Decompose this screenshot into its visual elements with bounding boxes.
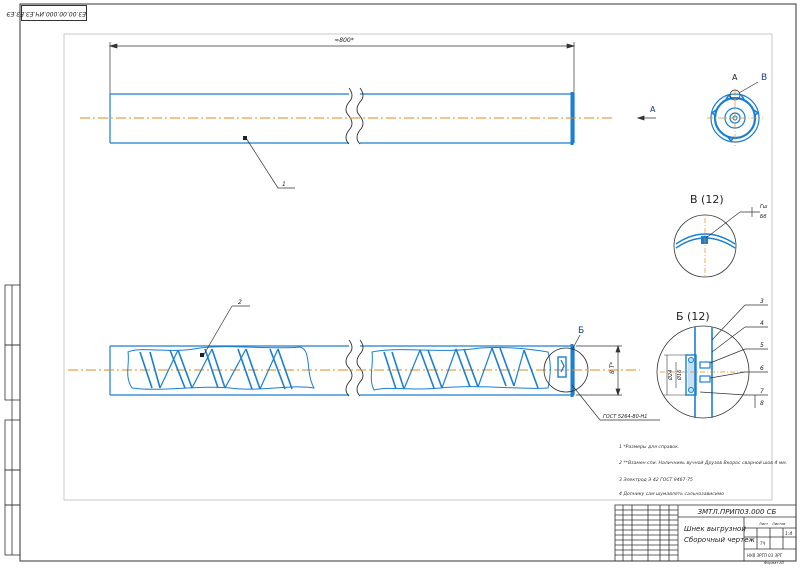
pos-3: 3 <box>760 298 764 305</box>
leader-2 <box>202 305 250 357</box>
note-4: 4 Допнику сам шумавлять сальнозависимо <box>619 491 724 497</box>
leader-2-dot <box>200 353 204 357</box>
left-margin-stamps <box>4 284 21 556</box>
sheet-count: Листов <box>771 522 785 526</box>
pos-7: 7 <box>760 388 764 395</box>
pos-8: 8 <box>760 400 764 407</box>
position-leaders <box>699 304 768 408</box>
format-label: Формат А3 <box>764 561 784 565</box>
section-a-arrow-label: А <box>650 105 656 114</box>
leader-1 <box>245 137 295 189</box>
overall-length-label: ≈800* <box>334 37 353 44</box>
inner-dim-1: Ø24 <box>667 370 674 381</box>
note-3: 3 Электрод Э 42 ГОСТ 9467-75 <box>619 477 693 483</box>
rotated-top-stamp: ЕЗ.00.00.000.ИЧ.ЕЗ.ЕЗ.ЕЭ <box>6 5 87 21</box>
inner-dim-2: Ø16 <box>676 370 683 381</box>
pos-6: 6 <box>760 365 764 372</box>
bottom-pipe <box>109 344 575 397</box>
inner-area <box>63 33 773 501</box>
leader-1-label: 1 <box>282 181 286 188</box>
section-a-label: А <box>732 73 738 82</box>
leader-1-dot <box>243 136 247 140</box>
section-b-label: Б <box>578 326 584 336</box>
view-v-mark-bottom: Бб <box>760 214 767 220</box>
org-code: НУВ ЗРТП 03 ЗРТ <box>747 553 782 558</box>
doc-name-1: Шнек выгрузной <box>684 525 746 533</box>
view-v-title: В (12) <box>690 193 724 206</box>
screw-cutaway-right <box>370 346 551 391</box>
diameter-right-label: 8 Т* <box>609 362 616 374</box>
technical-notes: 1 *Размеры для справок. 2 **Взамен спи. … <box>619 444 787 497</box>
drawing-sheet: ≈800* 1 А А В В (12) Гш Бб 2 Б 8 Т* ГОСТ… <box>0 0 800 565</box>
section-a-arrow <box>636 115 656 121</box>
weld-gost-label: ГОСТ 5264-80-Н1 <box>603 414 648 420</box>
screw-cutaway-left <box>127 346 315 390</box>
doc-name-2: Сборочный чертеж <box>684 536 755 544</box>
section-v-label: В <box>761 73 767 83</box>
top-pipe <box>109 92 575 145</box>
detail-b-leader <box>571 334 581 351</box>
org-line: ТЧ <box>760 541 765 546</box>
sheet-label: Лист <box>758 522 769 526</box>
pos-5: 5 <box>760 342 764 349</box>
pos-4: 4 <box>760 320 764 327</box>
scale: 1:4 <box>785 531 792 537</box>
view-b-title: Б (12) <box>676 310 710 323</box>
view-v <box>673 207 760 278</box>
section-v-leader <box>738 81 759 94</box>
view-v-mark-top: Гш <box>760 204 768 210</box>
top-break <box>345 87 364 145</box>
overall-dimension <box>108 42 576 94</box>
bottom-break <box>345 339 364 397</box>
note-1: 1 *Размеры для справок. <box>619 444 679 450</box>
note-2: 2 **Взамен спи. Наличниеь вучной Друзов … <box>619 460 787 466</box>
end-view <box>707 90 763 146</box>
leader-2-label: 2 <box>238 299 242 306</box>
technical-drawing: ≈800* 1 А А В В (12) Гш Бб 2 Б 8 Т* ГОСТ… <box>4 3 797 565</box>
doc-code: ЗМТЛ.ПРИП03.000 СБ <box>698 508 777 516</box>
